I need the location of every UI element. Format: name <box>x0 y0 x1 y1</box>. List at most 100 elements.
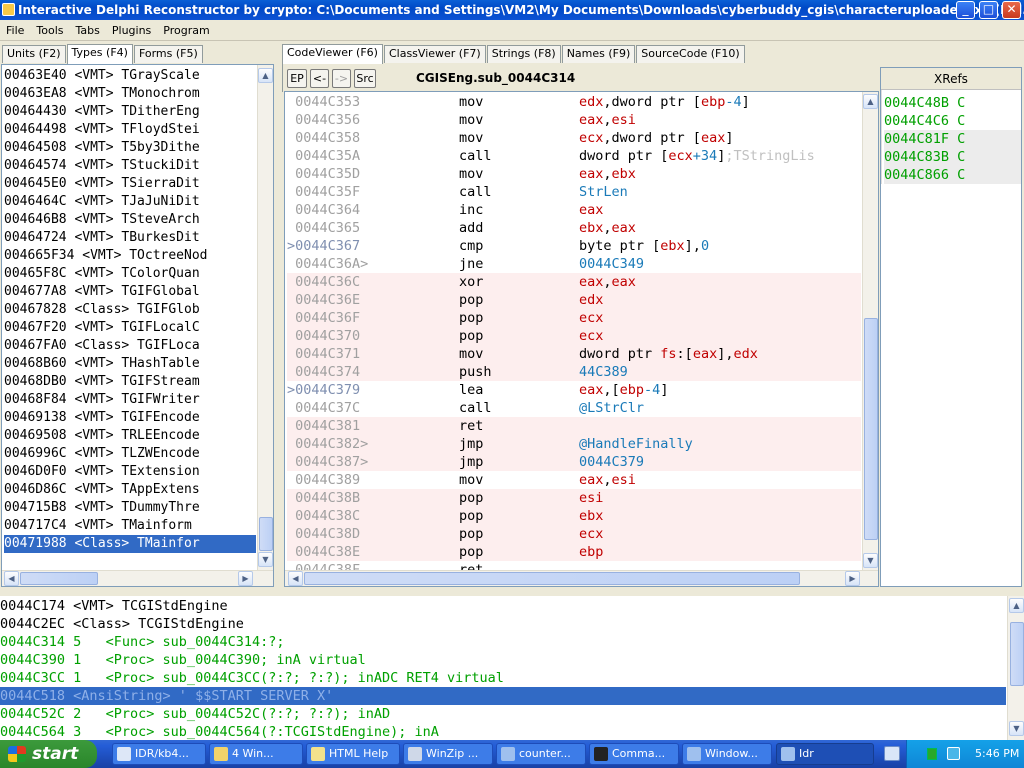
taskbar-item-html-help[interactable]: HTML Help <box>306 743 400 765</box>
code-line[interactable]: 0044C381 ret <box>287 417 861 435</box>
tab-classviewer[interactable]: ClassViewer (F7) <box>383 45 486 63</box>
code-line[interactable]: 0044C36F pop ecx <box>287 309 861 327</box>
xref-item[interactable]: 0044C4C6 C <box>884 112 1021 130</box>
menu-file[interactable]: File <box>0 21 30 41</box>
symbol-list-item[interactable]: 0044C52C 2 <Proc> sub_0044C52C(?:?; ?:?)… <box>0 705 1006 723</box>
code-line[interactable]: 0044C353 mov edx,dword ptr [ebp-4] <box>287 93 861 111</box>
xref-item[interactable]: 0044C83B C <box>884 148 1021 166</box>
splitter[interactable] <box>0 588 1024 596</box>
symbols-list[interactable]: 0044C174 <VMT> TCGIStdEngine 0044C2EC <Cl… <box>0 597 1006 740</box>
type-list-item[interactable]: 00464508 <VMT> T5by3Dithe <box>4 139 256 157</box>
symbol-list-item[interactable]: 0044C564 3 <Proc> sub_0044C564(?:TCGIStd… <box>0 723 1006 740</box>
scroll-thumb[interactable] <box>259 517 273 551</box>
hscroll-thumb[interactable] <box>304 572 800 585</box>
type-list-item[interactable]: 00467828 <Class> TGIFGlob <box>4 301 256 319</box>
code-line[interactable]: 0044C35F call StrLen <box>287 183 861 201</box>
type-list-item[interactable]: 00467F20 <VMT> TGIFLocalC <box>4 319 256 337</box>
code-line[interactable]: 0044C387> jmp 0044C379 <box>287 453 861 471</box>
code-line[interactable]: 0044C38E pop ebp <box>287 543 861 561</box>
menu-plugins[interactable]: Plugins <box>106 21 157 41</box>
type-list-item[interactable]: 004646B8 <VMT> TSteveArch <box>4 211 256 229</box>
code-line[interactable]: 0044C365 add ebx,eax <box>287 219 861 237</box>
maximize-button[interactable]: □ <box>979 1 998 19</box>
scroll-left-icon[interactable]: ◀ <box>288 571 303 586</box>
code-line[interactable]: 0044C38D pop ecx <box>287 525 861 543</box>
code-line[interactable]: 0044C38C pop ebx <box>287 507 861 525</box>
tab-types[interactable]: Types (F4) <box>66 44 133 64</box>
code-line[interactable]: 0044C356 mov eax,esi <box>287 111 861 129</box>
code-listing[interactable]: 0044C353 mov edx,dword ptr [ebp-4] 0044C35… <box>287 93 861 571</box>
tab-codeviewer[interactable]: CodeViewer (F6) <box>282 44 383 64</box>
symbol-list-item[interactable]: 0044C390 1 <Proc> sub_0044C390; inA virt… <box>0 651 1006 669</box>
type-list-item[interactable]: 00468F84 <VMT> TGIFWriter <box>4 391 256 409</box>
symbol-list-item[interactable]: 0044C518 <AnsiString> ' $$START SERVER X… <box>0 687 1006 705</box>
taskbar-item-windows-explorer[interactable]: 4 Win... <box>209 743 303 765</box>
scroll-down-icon[interactable]: ▼ <box>863 553 878 568</box>
code-vertical-scrollbar[interactable]: ▲ ▼ <box>862 92 878 570</box>
code-line[interactable]: 0044C370 pop ecx <box>287 327 861 345</box>
code-line[interactable]: 0044C374 push 44C389 <box>287 363 861 381</box>
taskbar-item-idr-kb4[interactable]: IDR/kb4... <box>112 743 206 765</box>
keyboard-icon[interactable] <box>884 746 900 761</box>
type-list-item[interactable]: 004665F34 <VMT> TOctreeNod <box>4 247 256 265</box>
tray-network-icon[interactable] <box>947 747 960 760</box>
types-list[interactable]: 00463E40 <VMT> TGrayScale 00463EA8 <VMT> … <box>4 67 256 555</box>
symbol-list-item[interactable]: 0044C314 5 <Func> sub_0044C314:?; <box>0 633 1006 651</box>
type-list-item[interactable]: 00463EA8 <VMT> TMonochrom <box>4 85 256 103</box>
type-list-item[interactable]: 004677A8 <VMT> TGIFGlobal <box>4 283 256 301</box>
tray-app-icon[interactable] <box>927 748 937 760</box>
code-line[interactable]: 0044C35D mov eax,ebx <box>287 165 861 183</box>
type-list-item[interactable]: 0046464C <VMT> TJaJuNiDit <box>4 193 256 211</box>
type-list-item[interactable]: 0046D0F0 <VMT> TExtension <box>4 463 256 481</box>
scroll-left-icon[interactable]: ◀ <box>4 571 19 586</box>
scroll-down-icon[interactable]: ▼ <box>1009 721 1024 736</box>
code-line[interactable]: 0044C389 mov eax,esi <box>287 471 861 489</box>
type-list-item[interactable]: 00469138 <VMT> TGIFEncode <box>4 409 256 427</box>
type-list-item[interactable]: 004645E0 <VMT> TSierraDit <box>4 175 256 193</box>
scroll-right-icon[interactable]: ▶ <box>845 571 860 586</box>
types-horizontal-scrollbar[interactable]: ◀ ▶ <box>2 570 273 586</box>
code-line[interactable]: 0044C35A call dword ptr [ecx+34];TStringLi… <box>287 147 861 165</box>
scroll-up-icon[interactable]: ▲ <box>258 68 273 83</box>
code-line[interactable]: 0044C364 inc eax <box>287 201 861 219</box>
type-list-item[interactable]: 0046D86C <VMT> TAppExtens <box>4 481 256 499</box>
type-list-item[interactable]: 00468DB0 <VMT> TGIFStream <box>4 373 256 391</box>
tab-strings[interactable]: Strings (F8) <box>486 45 561 63</box>
taskbar-item-winzip[interactable]: WinZip ... <box>403 743 493 765</box>
hscroll-thumb[interactable] <box>20 572 98 585</box>
tab-names[interactable]: Names (F9) <box>561 45 636 63</box>
close-button[interactable]: ✕ <box>1002 1 1021 19</box>
xref-item[interactable]: 0044C48B C <box>884 94 1021 112</box>
type-list-item[interactable]: 00464430 <VMT> TDitherEng <box>4 103 256 121</box>
code-line[interactable]: 0044C371 mov dword ptr fs:[eax],edx <box>287 345 861 363</box>
xref-item[interactable]: 0044C81F C <box>884 130 1021 148</box>
title-bar[interactable]: Interactive Delphi Reconstructor by cryp… <box>0 0 1024 20</box>
code-line[interactable]: 0044C37C call @LStrClr <box>287 399 861 417</box>
type-list-item[interactable]: 004715B8 <VMT> TDummyThre <box>4 499 256 517</box>
tab-forms[interactable]: Forms (F5) <box>133 45 203 63</box>
xref-item[interactable]: 0044C866 C <box>884 166 1021 184</box>
menu-program[interactable]: Program <box>157 21 215 41</box>
type-list-item[interactable]: 00463E40 <VMT> TGrayScale <box>4 67 256 85</box>
code-line[interactable]: 0044C36A> jne 0044C349 <box>287 255 861 273</box>
type-list-item[interactable]: 00469508 <VMT> TRLEEncode <box>4 427 256 445</box>
type-list-item[interactable]: 00464724 <VMT> TBurkesDit <box>4 229 256 247</box>
type-list-item[interactable]: 00464498 <VMT> TFloydStei <box>4 121 256 139</box>
types-vertical-scrollbar[interactable]: ▲ ▼ <box>257 65 273 570</box>
scroll-down-icon[interactable]: ▼ <box>258 552 273 567</box>
ep-button[interactable]: EP <box>287 69 307 88</box>
minimize-button[interactable]: _ <box>956 1 975 19</box>
tab-sourcecode[interactable]: SourceCode (F10) <box>636 45 745 63</box>
code-line[interactable]: >0044C367 cmp byte ptr [ebx],0 <box>287 237 861 255</box>
src-button[interactable]: Src <box>354 69 376 88</box>
taskbar-item-counter[interactable]: counter... <box>496 743 586 765</box>
taskbar-item-idr[interactable]: Idr <box>776 743 874 765</box>
type-list-item[interactable]: 00465F8C <VMT> TColorQuan <box>4 265 256 283</box>
type-list-item[interactable]: 00471988 <Class> TMainfor <box>4 535 256 553</box>
symbol-list-item[interactable]: 0044C174 <VMT> TCGIStdEngine <box>0 597 1006 615</box>
scroll-up-icon[interactable]: ▲ <box>1009 598 1024 613</box>
taskbar-item-windows[interactable]: Window... <box>682 743 772 765</box>
code-line[interactable]: 0044C36C xor eax,eax <box>287 273 861 291</box>
start-button[interactable]: start <box>0 740 97 768</box>
code-line[interactable]: 0044C38B pop esi <box>287 489 861 507</box>
